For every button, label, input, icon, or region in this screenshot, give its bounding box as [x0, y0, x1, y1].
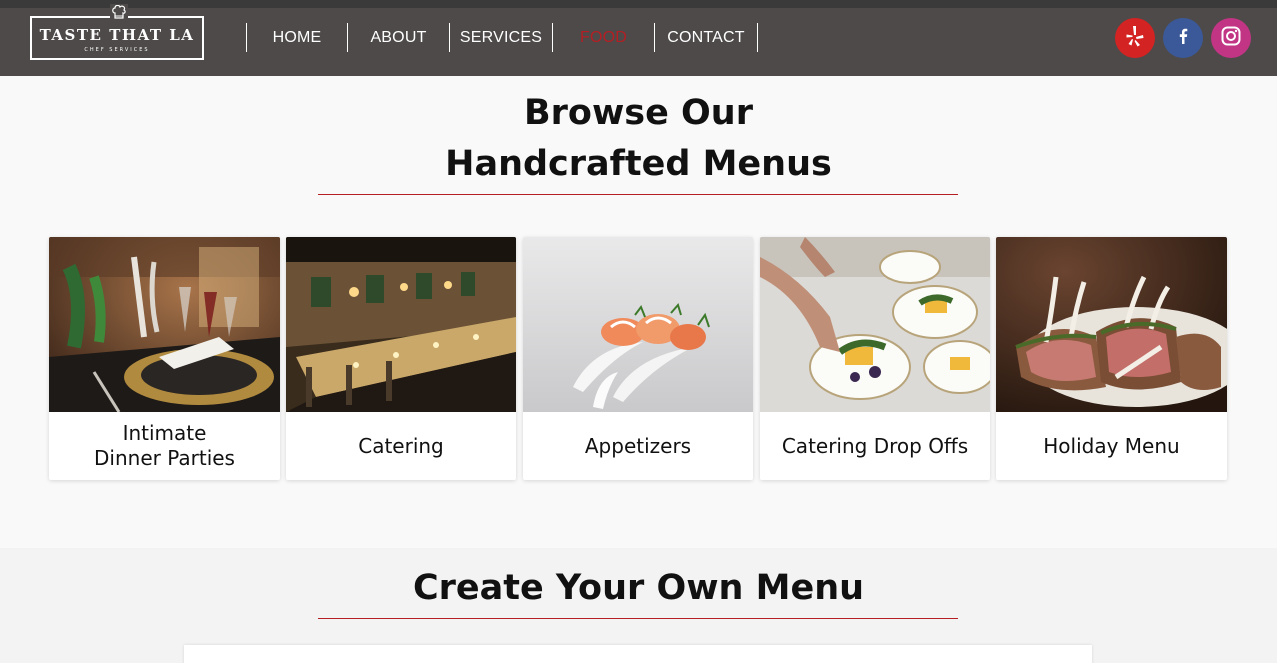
yelp-button[interactable]	[1115, 18, 1155, 58]
instagram-button[interactable]	[1211, 18, 1251, 58]
logo-subtitle: CHEF SERVICES	[84, 47, 150, 53]
title-divider	[318, 618, 958, 619]
nav-services[interactable]: SERVICES	[449, 23, 552, 52]
menu-card-label: Catering Drop Offs	[781, 433, 969, 458]
title-divider	[318, 194, 958, 195]
banquet-hall-photo	[286, 237, 516, 412]
browse-title-line1: Browse Our	[523, 93, 753, 133]
yelp-icon	[1125, 25, 1145, 51]
facebook-icon	[1178, 28, 1188, 48]
menu-card-appetizers[interactable]: Appetizers	[523, 237, 753, 480]
menu-card-intimate-dinner-parties[interactable]: Intimate Dinner Parties	[49, 237, 280, 480]
main-nav: HOME ABOUT SERVICES FOOD CONTACT	[246, 23, 758, 52]
shrimp-spoons-photo	[523, 237, 753, 412]
menu-card-label: Appetizers	[584, 433, 692, 458]
menu-card-holiday-menu[interactable]: Holiday Menu	[996, 237, 1227, 480]
site-header: TASTE THAT LA CHEF SERVICES HOME ABOUT S…	[0, 0, 1277, 76]
logo-title: TASTE THAT LA	[39, 26, 195, 44]
table-setting-photo	[49, 237, 280, 412]
menu-card-label: Intimate Dinner Parties	[94, 421, 235, 470]
menu-card-catering-drop-offs[interactable]: Catering Drop Offs	[760, 237, 990, 480]
nav-contact[interactable]: CONTACT	[654, 23, 758, 52]
menu-card-label: Catering	[358, 433, 444, 458]
instagram-icon	[1221, 26, 1241, 50]
chef-hat-icon	[110, 4, 128, 22]
menu-card-label: Holiday Menu	[1043, 433, 1180, 458]
menu-card-catering[interactable]: Catering	[286, 237, 516, 480]
nav-home[interactable]: HOME	[246, 23, 347, 52]
nav-about[interactable]: ABOUT	[347, 23, 449, 52]
nav-food[interactable]: FOOD	[552, 23, 654, 52]
create-menu-form-panel	[184, 645, 1092, 663]
browse-title-line2: Handcrafted Menus	[445, 144, 832, 184]
facebook-button[interactable]	[1163, 18, 1203, 58]
lamb-rack-photo	[996, 237, 1227, 412]
create-menu-title: Create Your Own Menu	[412, 568, 865, 608]
site-logo[interactable]: TASTE THAT LA CHEF SERVICES	[30, 4, 204, 60]
plated-dishes-photo	[760, 237, 990, 412]
